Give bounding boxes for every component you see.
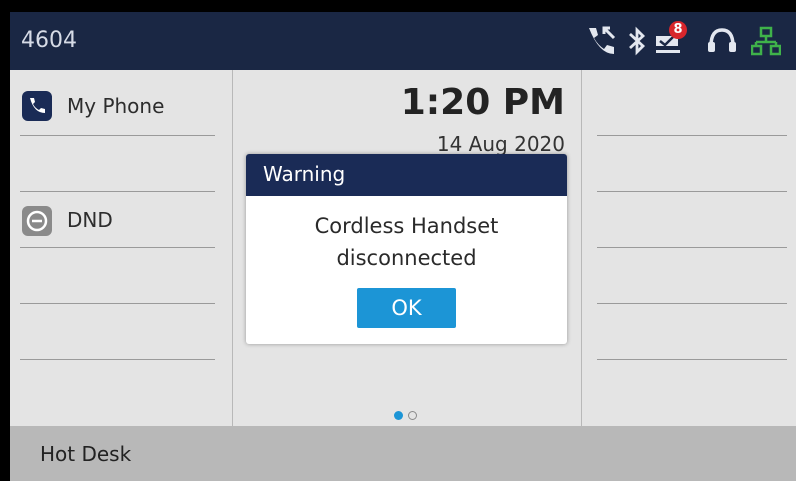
dialog-message-line2: disconnected [336, 246, 477, 270]
key-label-my-phone: My Phone [67, 94, 165, 118]
divider [20, 359, 215, 360]
softkey-bar: Hot Desk [10, 426, 796, 481]
key-label-dnd: DND [67, 208, 113, 232]
divider [597, 359, 787, 360]
dialog-title-bar: Warning [246, 154, 567, 196]
divider [597, 191, 787, 192]
page-dot-active[interactable] [394, 411, 403, 420]
left-key-panel: My Phone DND [10, 70, 232, 426]
voicemail-count-badge: 8 [669, 21, 687, 39]
right-key-panel [581, 70, 796, 426]
divider [597, 303, 787, 304]
ok-button[interactable]: OK [357, 288, 456, 328]
divider [597, 135, 787, 136]
headset-icon [708, 28, 736, 52]
divider [20, 135, 215, 136]
hot-desk-softkey[interactable]: Hot Desk [40, 442, 131, 466]
clock-date: 14 Aug 2020 [436, 132, 565, 156]
phone-icon [22, 91, 52, 121]
voicemail-count: 8 [673, 22, 683, 37]
warning-dialog: Warning Cordless Handset disconnected OK [246, 154, 567, 344]
missed-call-icon [589, 26, 616, 54]
key-my-phone[interactable]: My Phone [10, 70, 232, 136]
phone-screen: 4604 8 My Phone DND 1:20 PM 14 Aug 2020 … [0, 0, 796, 481]
divider [20, 303, 215, 304]
extension-number: 4604 [21, 28, 77, 53]
network-icon [751, 26, 781, 56]
dnd-icon [22, 206, 52, 236]
dialog-message-line1: Cordless Handset [314, 214, 499, 238]
bluetooth-icon [629, 26, 646, 56]
status-bar: 4604 8 [10, 12, 796, 70]
divider [20, 247, 215, 248]
page-dot[interactable] [408, 411, 417, 420]
dialog-title: Warning [263, 162, 346, 186]
key-dnd[interactable]: DND [10, 191, 232, 247]
clock-time: 1:20 PM [400, 82, 565, 123]
divider [597, 247, 787, 248]
